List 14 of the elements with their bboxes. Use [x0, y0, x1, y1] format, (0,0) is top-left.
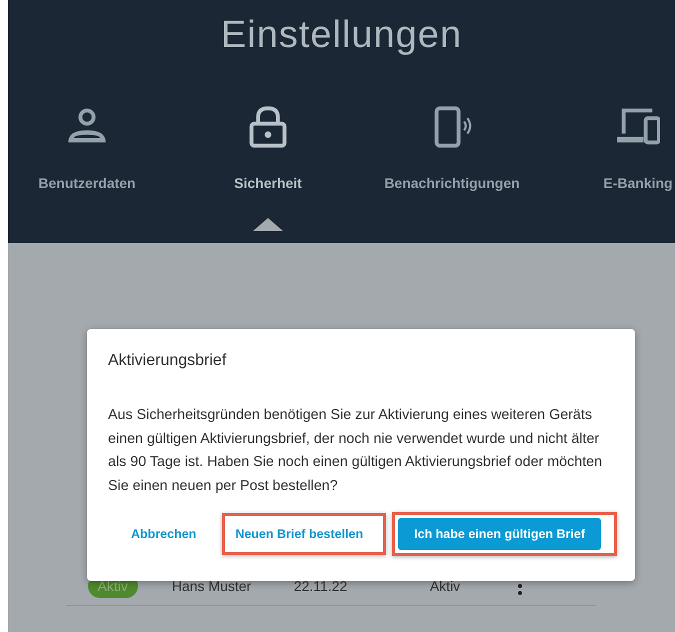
tab-indicator — [253, 218, 283, 231]
device-status: Aktiv — [430, 578, 462, 594]
settings-tab[interactable]: Benachrichtigungen — [370, 105, 534, 231]
page-title: Einstellungen — [220, 14, 462, 57]
text-button[interactable]: Neuen Brief bestellen — [225, 516, 374, 552]
confirm-button[interactable]: Ich habe einen gültigen Brief — [398, 518, 601, 550]
device-date: 22.11.22 — [294, 578, 348, 594]
text-button[interactable]: Abbrechen — [121, 516, 206, 552]
dialog-title: Aktivierungsbrief — [108, 352, 228, 370]
settings-tab[interactable]: Benutzerdaten — [8, 105, 166, 231]
settings-tab[interactable]: Sicherheit — [166, 105, 370, 231]
dialog-message: Aus Sicherheitsgründen benötigen Sie zur Aktivierung eines weiteren Geräts einen gültigen Aktivierungsbrief, der noch nie verwendet wurde und nicht älter als 90 Tage ist. Haben Sie noch einen gültigen Aktivierungsbrief oder möchten Sie einen neuen per Post bestellen? — [108, 406, 604, 496]
settings-tab[interactable]: E-Banking — [534, 105, 675, 231]
device-owner: Hans Muster — [172, 578, 252, 594]
